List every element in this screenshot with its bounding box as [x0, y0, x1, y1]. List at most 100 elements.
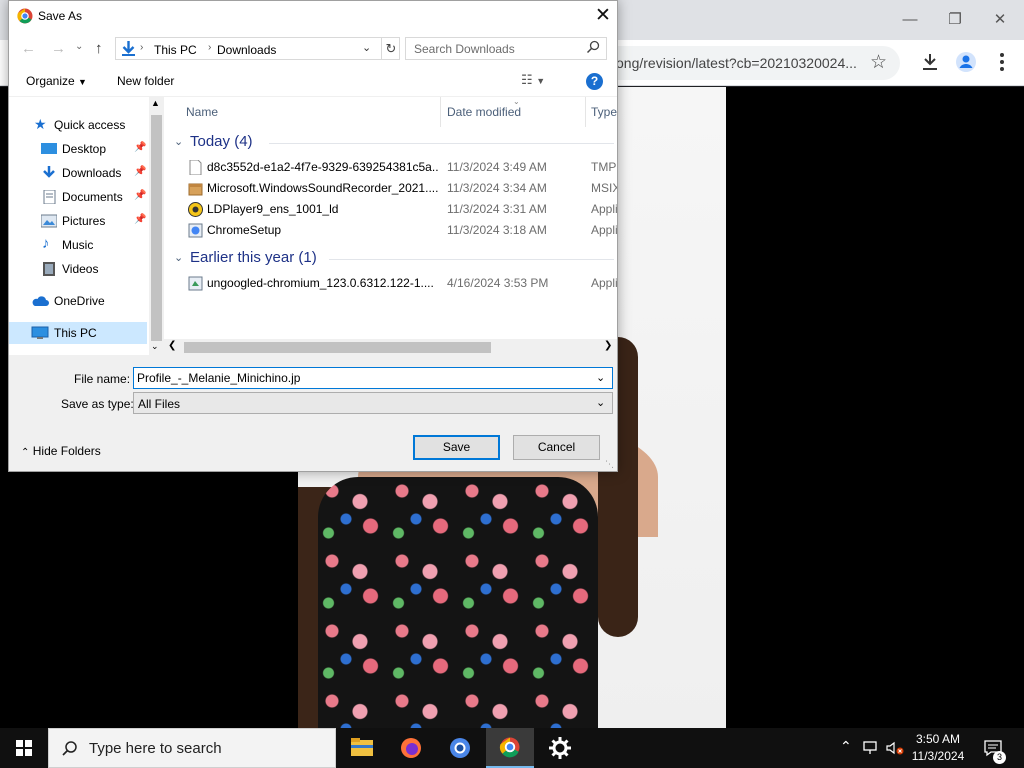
address-dropdown-icon[interactable]: ⌄: [362, 41, 371, 54]
notification-count-badge: 3: [993, 751, 1006, 764]
volume-muted-icon[interactable]: [885, 740, 905, 756]
photo-floral-top: [318, 477, 598, 728]
file-row[interactable]: ungoogled-chromium_123.0.6312.122-1.... …: [184, 273, 617, 294]
file-row[interactable]: Microsoft.WindowsSoundRecorder_2021.... …: [184, 178, 617, 199]
filename-combobox[interactable]: ⌄: [133, 367, 613, 389]
nav-item-music[interactable]: ♪ Music: [9, 234, 147, 256]
settings-gear-icon[interactable]: [536, 728, 584, 768]
nav-label: Quick access: [54, 118, 126, 132]
hide-folders-label: Hide Folders: [32, 444, 101, 458]
file-type: Appli: [591, 276, 617, 290]
column-date-modified[interactable]: Date modified: [447, 105, 521, 119]
file-date: 11/3/2024 3:49 AM: [447, 160, 547, 174]
navigation-row: ← → ⌄ ↑ › This PC › Downloads ⌄ ↻ Search…: [9, 32, 617, 67]
ldplayer-app-icon: [188, 202, 203, 217]
breadcrumb-this-pc[interactable]: This PC: [154, 43, 197, 57]
pin-icon: 📌: [134, 166, 147, 177]
nav-item-this-pc[interactable]: This PC: [9, 322, 147, 344]
navigation-scrollbar[interactable]: ▲ ⌄: [149, 97, 163, 355]
column-name[interactable]: Name: [186, 105, 218, 119]
group-heading-earlier[interactable]: Earlier this year (1): [190, 249, 317, 266]
group-collapse-icon[interactable]: ⌄: [174, 135, 183, 148]
nav-item-downloads[interactable]: Downloads 📌: [9, 162, 147, 184]
nav-label: Music: [62, 238, 94, 252]
search-icon: [586, 40, 600, 54]
command-bar: Organize ▼ New folder ☷ ▼ ?: [9, 67, 617, 96]
cancel-button[interactable]: Cancel: [513, 435, 600, 460]
nav-item-videos[interactable]: Videos: [9, 258, 147, 280]
taskbar: Type here to search ⌃ 3:50 AM 11/3/2024: [0, 728, 1024, 768]
music-note-icon: ♪: [42, 235, 50, 252]
dialog-close-icon[interactable]: ✕: [589, 3, 617, 29]
breadcrumb-separator[interactable]: ›: [140, 42, 143, 53]
installer-app-icon: [188, 276, 203, 291]
search-downloads-input[interactable]: Search Downloads: [405, 37, 607, 60]
chrome-icon[interactable]: [486, 728, 534, 768]
package-box-icon: [188, 183, 203, 196]
bookmark-star-icon[interactable]: ☆: [870, 51, 887, 74]
profile-icon[interactable]: [954, 50, 978, 74]
group-collapse-icon[interactable]: ⌄: [174, 251, 183, 264]
up-arrow-icon[interactable]: ↑: [95, 40, 103, 57]
help-icon[interactable]: ?: [586, 73, 603, 90]
filename-input[interactable]: [137, 370, 592, 386]
nav-item-onedrive[interactable]: OneDrive: [9, 290, 147, 312]
scroll-thumb[interactable]: [151, 115, 162, 341]
minimize-icon[interactable]: —: [900, 10, 920, 30]
taskbar-search-box[interactable]: Type here to search: [48, 728, 336, 768]
nav-label: Downloads: [62, 166, 122, 180]
refresh-icon[interactable]: ↻: [381, 38, 400, 59]
restore-icon[interactable]: ❐: [945, 10, 965, 30]
breadcrumb-separator[interactable]: ›: [208, 42, 211, 53]
windows-start-icon[interactable]: [0, 728, 48, 768]
omnibox-url[interactable]: ong/revision/latest?cb=20210320024...: [616, 55, 857, 71]
nav-item-pictures[interactable]: Pictures 📌: [9, 210, 147, 232]
nav-item-desktop[interactable]: Desktop 📌: [9, 138, 147, 160]
save-button[interactable]: Save: [413, 435, 500, 460]
scroll-up-icon[interactable]: ▲: [151, 98, 160, 108]
chevron-down-icon[interactable]: ⌄: [596, 396, 605, 409]
column-separator[interactable]: [585, 97, 586, 127]
chevron-up-icon[interactable]: ⌃: [840, 738, 852, 755]
nav-item-documents[interactable]: Documents 📌: [9, 186, 147, 208]
group-divider: [329, 259, 614, 260]
column-type[interactable]: Type: [591, 105, 617, 119]
resize-grip-icon[interactable]: ⋱: [605, 459, 614, 470]
view-options-icon[interactable]: ☷ ▼: [521, 72, 545, 88]
file-explorer-icon[interactable]: [338, 728, 386, 768]
caret-up-icon: ⌃: [21, 447, 30, 458]
file-name: ungoogled-chromium_123.0.6312.122-1....: [207, 276, 434, 290]
chromium-icon[interactable]: [436, 728, 484, 768]
scroll-right-icon[interactable]: ❯: [604, 340, 612, 351]
organize-button[interactable]: Organize ▼: [26, 74, 87, 88]
group-heading-today[interactable]: Today (4): [190, 133, 253, 150]
chevron-down-icon[interactable]: ⌄: [596, 371, 605, 384]
caret-down-icon: ▼: [78, 77, 87, 87]
new-folder-button[interactable]: New folder: [117, 74, 174, 88]
more-menu-icon[interactable]: [990, 50, 1014, 74]
hide-folders-button[interactable]: ⌃ Hide Folders: [21, 444, 101, 458]
close-icon[interactable]: ✕: [990, 10, 1010, 30]
group-divider: [269, 143, 614, 144]
forward-arrow-icon[interactable]: →: [51, 40, 66, 57]
scroll-down-icon[interactable]: ⌄: [151, 341, 159, 352]
scroll-left-icon[interactable]: ❮: [168, 340, 176, 351]
file-row[interactable]: LDPlayer9_ens_1001_ld 11/3/2024 3:31 AM …: [184, 199, 617, 220]
address-breadcrumb[interactable]: › This PC › Downloads ⌄ ↻: [115, 37, 400, 60]
savetype-select[interactable]: All Files ⌄: [133, 392, 613, 414]
scroll-thumb[interactable]: [184, 342, 491, 353]
back-arrow-icon[interactable]: ←: [21, 40, 36, 57]
star-icon: ★: [34, 116, 47, 132]
recent-dropdown-icon[interactable]: ⌄: [75, 41, 83, 52]
column-separator[interactable]: [440, 97, 441, 127]
horizontal-scrollbar[interactable]: ❮ ❯: [164, 339, 617, 355]
tray-clock[interactable]: 3:50 AM 11/3/2024: [904, 731, 972, 765]
download-icon[interactable]: [918, 50, 942, 74]
dialog-title: Save As: [38, 9, 83, 23]
file-row[interactable]: ChromeSetup 11/3/2024 3:18 AM Appli: [184, 220, 617, 241]
firefox-icon[interactable]: [387, 728, 435, 768]
network-icon[interactable]: [862, 740, 880, 756]
nav-item-quick-access[interactable]: ★ Quick access: [9, 114, 147, 136]
breadcrumb-downloads[interactable]: Downloads: [217, 43, 276, 57]
file-row[interactable]: d8c3552d-e1a2-4f7e-9329-639254381c5a....…: [184, 157, 617, 178]
